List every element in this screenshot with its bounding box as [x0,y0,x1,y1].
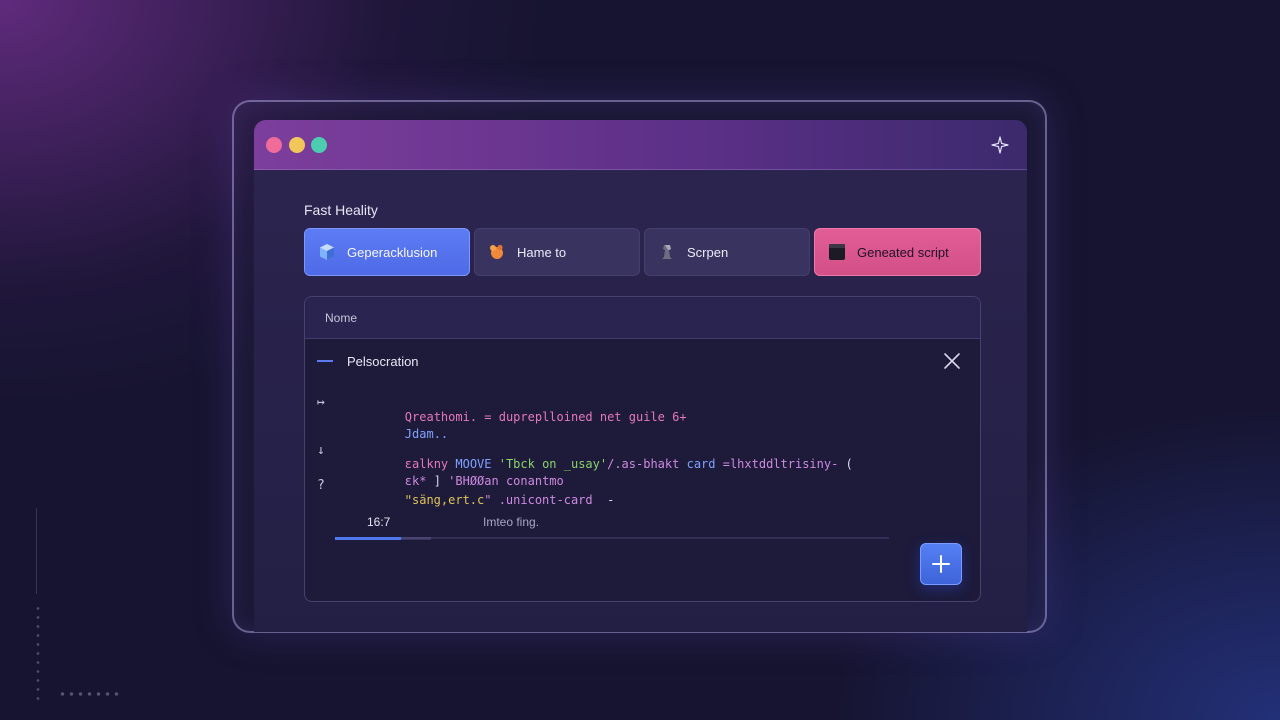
tab-geneated-script[interactable]: Geneated script [814,228,981,276]
line-marker: ↓ [317,443,325,458]
tab-label: Hame to [517,244,567,260]
decorative-dots-horizontal [58,691,120,697]
decorative-line [36,508,37,594]
tab-label: Geperacklusion [347,244,438,260]
code-segment: /.as-bhakt [607,457,687,471]
close-window-button[interactable] [266,137,282,153]
title-bar [254,120,1027,170]
progress-track[interactable] [335,537,889,540]
code-segment: Jdam.. [404,427,449,441]
status-label: Imteo fing. [483,515,540,529]
line-marker: ↦ [317,395,325,410]
tab-label: Scrpen [687,244,729,260]
code-segment: card [686,457,723,471]
section-title: Fast Heality [304,202,378,218]
tab-bar: Geperacklusion Hame to Scrpen Geneated s… [304,228,981,276]
panel-row-title[interactable]: Pelsocration [317,351,419,371]
code-segment: =lhxtddltrisiny- [722,457,846,471]
maximize-window-button[interactable] [311,137,327,153]
code-segment: - [607,493,615,507]
tab-scrpen[interactable]: Scrpen [644,228,810,276]
chess-piece-icon [662,245,672,259]
app-window: Fast Heality Geperacklusion Hame to Scrp… [254,120,1027,632]
cube-icon [320,244,334,260]
tab-geperacklusion[interactable]: Geperacklusion [304,228,470,276]
code-segment: " .unicont-card [484,493,608,507]
tab-hame-to[interactable]: Hame to [474,228,640,276]
sparkle-icon[interactable] [991,136,1009,154]
add-button[interactable] [920,543,962,585]
row-title-label: Pelsocration [347,353,419,369]
code-segment: ( [845,457,853,471]
tab-label: Geneated script [857,244,949,260]
close-icon[interactable] [942,351,962,371]
line-marker: ? [317,478,325,493]
code-segment: ʺsäng,ert.c [404,493,485,507]
progress-fill [335,537,402,540]
plus-icon [932,555,950,573]
hand-icon [490,244,503,259]
decorative-dots-vertical [36,604,40,700]
collapse-dash-icon [317,360,333,362]
black-square-icon [829,244,845,260]
time-label: 16:7 [367,515,391,529]
script-panel: Nome Pelsocration ↦ Qreathomi. = duprepl… [304,296,981,602]
panel-header: Nome [305,297,980,339]
minimize-window-button[interactable] [289,137,305,153]
